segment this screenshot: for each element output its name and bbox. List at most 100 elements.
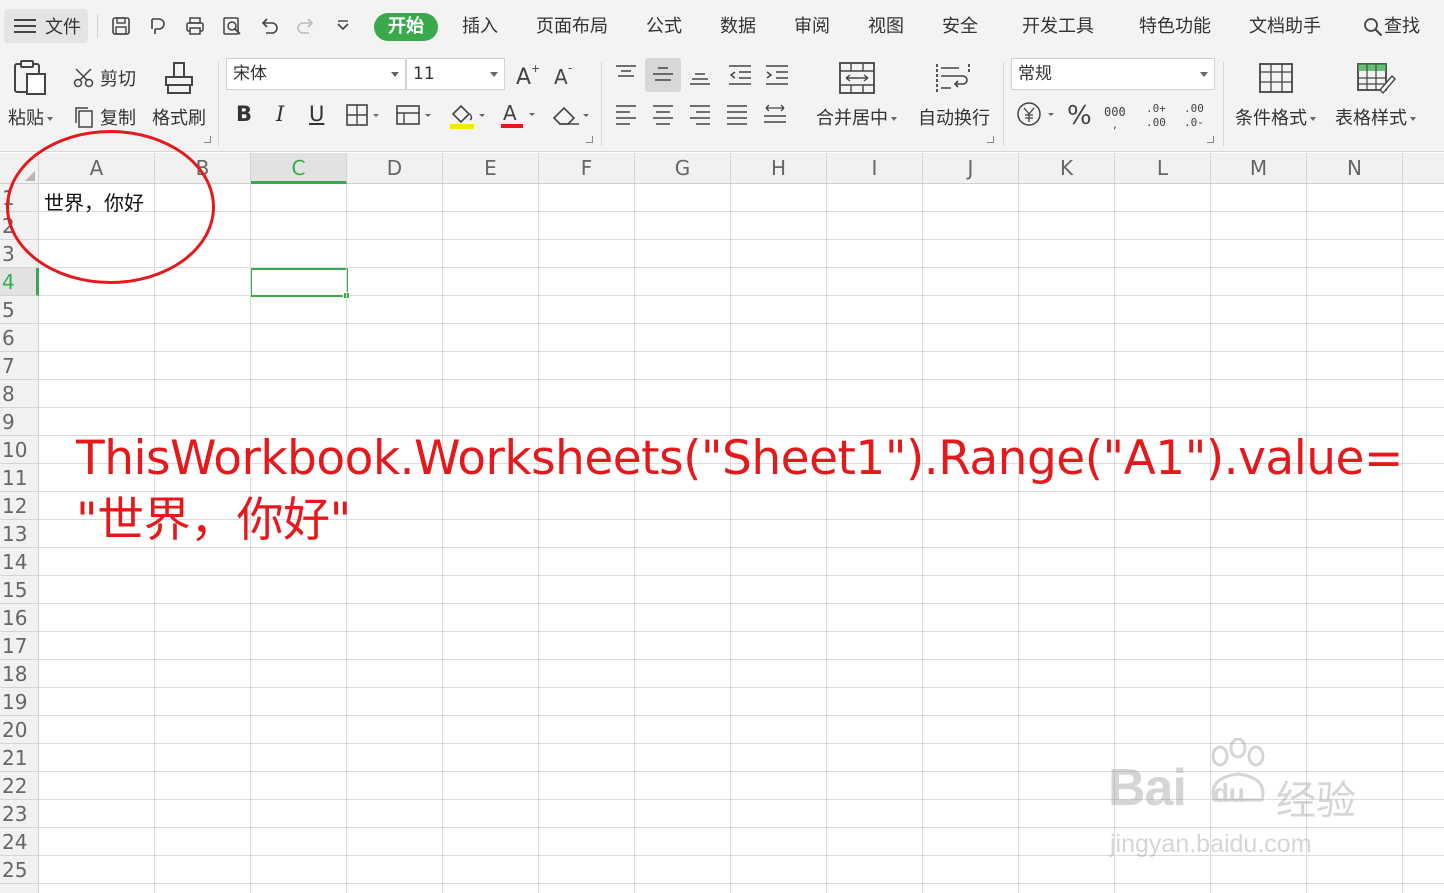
column-header-i[interactable]: I [827,153,923,184]
wrap-text-label[interactable]: 自动换行 [918,104,990,130]
merge-center-icon[interactable] [838,60,876,96]
row-header-23[interactable]: 23 [0,800,39,828]
align-center-icon[interactable] [651,104,675,126]
file-menu-button[interactable]: 文件 [4,9,88,43]
merge-center-button[interactable]: 合并居中 [816,104,897,130]
font-size-select[interactable]: 11 [406,58,505,90]
customize-quick-access-icon[interactable] [330,13,356,39]
row-header-20[interactable]: 20 [0,716,39,744]
row-header-5[interactable]: 5 [0,296,39,324]
tab-home[interactable]: 开始 [374,13,438,41]
row-header-7[interactable]: 7 [0,352,39,380]
column-header-j[interactable]: J [923,153,1019,184]
align-left-icon[interactable] [614,104,638,126]
row-header-13[interactable]: 13 [0,520,39,548]
column-header-f[interactable]: F [539,153,635,184]
increase-font-size-icon[interactable]: A + [514,62,540,88]
table-style-button[interactable]: 表格样式 [1335,104,1416,130]
format-painter-icon[interactable] [162,60,196,96]
save-icon[interactable] [108,13,134,39]
distributed-align-icon[interactable] [762,102,788,126]
print-icon[interactable] [182,13,208,39]
row-header-14[interactable]: 14 [0,548,39,576]
print-preview-icon[interactable] [219,13,245,39]
increase-decimal-icon[interactable]: .0+ .00 [1142,100,1172,130]
column-header-l[interactable]: L [1115,153,1211,184]
conditional-format-icon[interactable] [1258,62,1294,94]
undo-icon[interactable] [256,13,282,39]
column-header-m[interactable]: M [1211,153,1307,184]
font-color-icon[interactable]: A [500,100,540,130]
row-header-8[interactable]: 8 [0,380,39,408]
row-header-24[interactable]: 24 [0,828,39,856]
number-dialog-launcher[interactable] [1207,136,1214,143]
row-header-16[interactable]: 16 [0,604,39,632]
format-painter-label[interactable]: 格式刷 [152,104,206,130]
column-header-n[interactable]: N [1307,153,1403,184]
number-format-select[interactable]: 常规 [1011,58,1215,90]
tab-page-layout[interactable]: 页面布局 [536,13,608,41]
clipboard-dialog-launcher[interactable] [204,136,211,143]
column-header-h[interactable]: H [731,153,827,184]
table-style-icon[interactable] [1356,60,1396,96]
column-header-d[interactable]: D [347,153,443,184]
copy-button[interactable]: 复制 [72,104,136,130]
column-header-k[interactable]: K [1019,153,1115,184]
justify-icon[interactable] [725,104,749,126]
row-header-12[interactable]: 12 [0,492,39,520]
search-button[interactable]: 查找 [1362,13,1420,41]
row-header-18[interactable]: 18 [0,660,39,688]
fill-pattern-icon[interactable] [396,103,434,127]
paste-button[interactable]: 粘贴 [8,104,53,130]
wrap-text-icon[interactable] [933,60,973,96]
font-dialog-launcher[interactable] [586,136,593,143]
cut-button[interactable]: 剪切 [72,65,136,91]
clear-format-icon[interactable] [550,102,592,128]
row-header-4[interactable]: 4 [0,268,39,296]
tab-insert[interactable]: 插入 [462,13,498,41]
percent-icon[interactable]: % [1066,100,1094,130]
tab-special-features[interactable]: 特色功能 [1139,13,1211,41]
redo-icon[interactable] [293,13,319,39]
bold-button[interactable]: B [236,102,252,126]
row-header-10[interactable]: 10 [0,436,39,464]
align-top-icon[interactable] [614,64,638,86]
paste-icon[interactable] [10,58,50,98]
tab-document-assistant[interactable]: 文档助手 [1249,13,1321,41]
column-header-e[interactable]: E [443,153,539,184]
row-header-25[interactable]: 25 [0,856,39,884]
align-right-icon[interactable] [688,104,712,126]
tab-developer-tools[interactable]: 开发工具 [1022,13,1094,41]
row-header-21[interactable]: 21 [0,744,39,772]
row-header-17[interactable]: 17 [0,632,39,660]
fill-color-icon[interactable] [448,100,488,130]
row-header-9[interactable]: 9 [0,408,39,436]
tab-security[interactable]: 安全 [942,13,978,41]
thousands-separator-icon[interactable]: 000, [1102,102,1132,130]
column-header-g[interactable]: G [635,153,731,184]
borders-icon[interactable] [346,103,382,127]
row-header-22[interactable]: 22 [0,772,39,800]
tab-formulas[interactable]: 公式 [646,13,682,41]
tab-review[interactable]: 审阅 [794,13,830,41]
tab-view[interactable]: 视图 [868,13,904,41]
underline-button[interactable]: U [309,102,324,126]
italic-button[interactable]: I [276,102,284,126]
alignment-dialog-launcher[interactable] [987,136,994,143]
currency-icon[interactable] [1016,100,1060,128]
column-header-c[interactable]: C [251,153,347,184]
active-cell-c4[interactable] [250,268,350,299]
row-header-11[interactable]: 11 [0,464,39,492]
align-middle-icon[interactable] [651,64,675,86]
decrease-font-size-icon[interactable]: A- [552,62,578,88]
font-name-select[interactable]: 宋体 [226,58,406,90]
decrease-indent-icon[interactable] [727,64,753,86]
row-header-6[interactable]: 6 [0,324,39,352]
align-bottom-icon[interactable] [688,64,712,86]
increase-indent-icon[interactable] [764,64,790,86]
row-header-19[interactable]: 19 [0,688,39,716]
export-icon[interactable] [145,13,171,39]
tab-data[interactable]: 数据 [720,13,756,41]
row-header-15[interactable]: 15 [0,576,39,604]
decrease-decimal-icon[interactable]: .00.0- [1180,100,1210,130]
